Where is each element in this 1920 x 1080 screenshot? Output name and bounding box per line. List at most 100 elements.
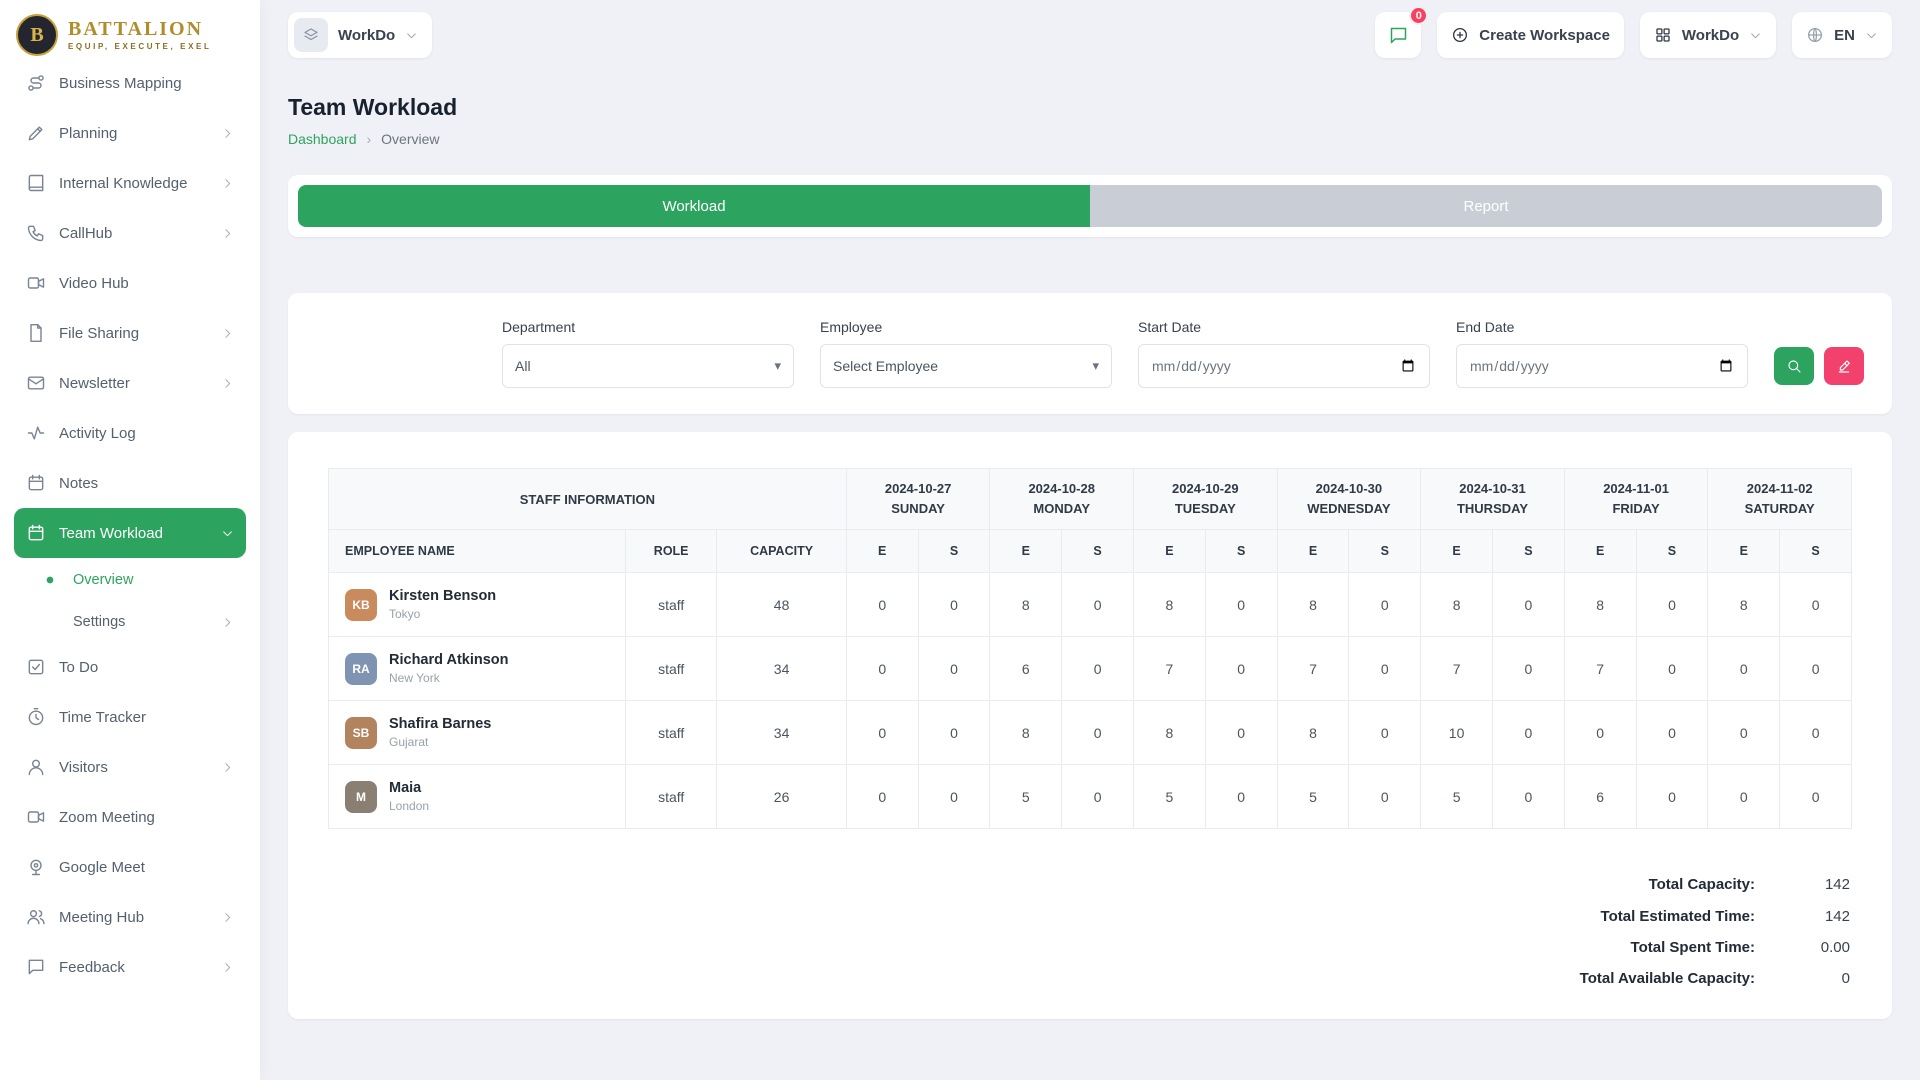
sidebar-item-team-workload[interactable]: Team Workload — [14, 508, 246, 558]
hours-cell: 0 — [1780, 573, 1852, 637]
sidebar: B BATTALION EQUIP, EXECUTE, EXEL Busines… — [0, 0, 260, 1080]
hours-cell: 0 — [918, 637, 990, 701]
hours-cell: 0 — [1062, 765, 1134, 829]
hours-cell: 6 — [1564, 765, 1636, 829]
chevron-right-icon — [221, 227, 234, 240]
es-header: S — [1062, 530, 1134, 573]
brand-monogram: B — [16, 14, 58, 56]
reset-button[interactable] — [1824, 347, 1864, 385]
es-header: E — [1421, 530, 1493, 573]
sidebar-item-settings[interactable]: Settings — [14, 602, 246, 642]
book-icon — [26, 173, 46, 193]
hours-cell: 0 — [1205, 637, 1277, 701]
sidebar-item-activity-log[interactable]: Activity Log — [14, 408, 246, 458]
sidebar-item-to-do[interactable]: To Do — [14, 642, 246, 692]
end-date-input[interactable] — [1456, 344, 1748, 388]
staff-information-header: STAFF INFORMATION — [329, 469, 847, 530]
total-row: Total Capacity:142 — [1649, 875, 1850, 895]
es-header: E — [1564, 530, 1636, 573]
webcam-icon — [26, 857, 46, 877]
sidebar-item-label: Activity Log — [59, 425, 136, 442]
tab-workload[interactable]: Workload — [298, 185, 1090, 227]
workload-table-card: STAFF INFORMATION2024-10-27SUNDAY2024-10… — [288, 432, 1892, 1019]
sidebar-item-time-tracker[interactable]: Time Tracker — [14, 692, 246, 742]
chevron-down-icon — [1865, 29, 1878, 42]
total-value: 142 — [1755, 907, 1850, 927]
total-value: 0 — [1755, 969, 1850, 989]
hours-cell: 0 — [1708, 637, 1780, 701]
hours-cell: 8 — [1277, 701, 1349, 765]
chevron-right-icon — [221, 177, 234, 190]
employee-label: Employee — [820, 319, 1112, 335]
hours-cell: 0 — [1708, 765, 1780, 829]
day-header: 2024-10-29TUESDAY — [1134, 469, 1278, 530]
hours-cell: 5 — [1421, 765, 1493, 829]
sidebar-item-newsletter[interactable]: Newsletter — [14, 358, 246, 408]
create-workspace-button[interactable]: Create Workspace — [1437, 12, 1624, 58]
sidebar-item-label: Internal Knowledge — [59, 175, 187, 192]
hours-cell: 0 — [1062, 637, 1134, 701]
sidebar-item-zoom-meeting[interactable]: Zoom Meeting — [14, 792, 246, 842]
video-icon — [26, 807, 46, 827]
start-date-label: Start Date — [1138, 319, 1430, 335]
total-value: 0.00 — [1755, 938, 1850, 958]
hours-cell: 8 — [990, 573, 1062, 637]
hours-cell: 0 — [1205, 765, 1277, 829]
day-header: 2024-10-30WEDNESDAY — [1277, 469, 1421, 530]
sidebar-item-callhub[interactable]: CallHub — [14, 208, 246, 258]
sidebar-item-file-sharing[interactable]: File Sharing — [14, 308, 246, 358]
workspace-menu[interactable]: WorkDo — [1640, 12, 1776, 58]
hours-cell: 0 — [846, 701, 918, 765]
hours-cell: 8 — [1708, 573, 1780, 637]
avatar: SB — [345, 717, 377, 749]
hours-cell: 6 — [990, 637, 1062, 701]
sidebar-item-internal-knowledge[interactable]: Internal Knowledge — [14, 158, 246, 208]
language-selector[interactable]: EN — [1792, 12, 1892, 58]
sidebar-item-visitors[interactable]: Visitors — [14, 742, 246, 792]
workspace-icon — [294, 18, 328, 52]
total-label: Total Available Capacity: — [1580, 969, 1755, 989]
employee-cell: SBShafira BarnesGujarat — [329, 701, 626, 765]
employee-name: Shafira Barnes — [389, 716, 491, 732]
hours-cell: 0 — [1492, 573, 1564, 637]
phone-icon — [26, 223, 46, 243]
sidebar-item-meeting-hub[interactable]: Meeting Hub — [14, 892, 246, 942]
sidebar-item-feedback[interactable]: Feedback — [14, 942, 246, 992]
view-toggle: Workload Report — [298, 185, 1882, 227]
employee-select[interactable]: Select Employee — [820, 344, 1112, 388]
sidebar-item-google-meet[interactable]: Google Meet — [14, 842, 246, 892]
hours-cell: 0 — [918, 701, 990, 765]
search-button[interactable] — [1774, 347, 1814, 385]
sidebar-item-planning[interactable]: Planning — [14, 108, 246, 158]
total-value: 142 — [1755, 875, 1850, 895]
sidebar-item-video-hub[interactable]: Video Hub — [14, 258, 246, 308]
workspace-switcher[interactable]: WorkDo — [288, 12, 432, 58]
chevron-right-icon — [221, 127, 234, 140]
department-select[interactable]: All — [502, 344, 794, 388]
table-row: SBShafira BarnesGujaratstaff340080808010… — [329, 701, 1852, 765]
tab-report[interactable]: Report — [1090, 185, 1882, 227]
sidebar-item-label: Business Mapping — [59, 75, 182, 92]
sidebar-item-business-mapping[interactable]: Business Mapping — [14, 58, 246, 108]
capacity-cell: 34 — [717, 701, 846, 765]
sidebar-item-label: Video Hub — [59, 275, 129, 292]
hours-cell: 7 — [1277, 637, 1349, 701]
sidebar-item-overview[interactable]: Overview — [14, 558, 246, 602]
chat-button[interactable]: 0 — [1375, 12, 1421, 58]
capacity-cell: 34 — [717, 637, 846, 701]
table-row: MMaiaLondonstaff2600505050506000 — [329, 765, 1852, 829]
clock-icon — [26, 707, 46, 727]
page-title: Team Workload — [288, 94, 1892, 121]
breadcrumb-link-dashboard[interactable]: Dashboard — [288, 131, 357, 147]
es-header: S — [1492, 530, 1564, 573]
employee-name: Kirsten Benson — [389, 588, 496, 604]
hours-cell: 0 — [1349, 701, 1421, 765]
hours-cell: 0 — [1636, 765, 1708, 829]
employee-location: London — [389, 799, 429, 813]
sidebar-item-notes[interactable]: Notes — [14, 458, 246, 508]
breadcrumb: Dashboard › Overview — [288, 131, 1892, 147]
start-date-input[interactable] — [1138, 344, 1430, 388]
calendar-icon — [26, 473, 46, 493]
hours-cell: 8 — [1564, 573, 1636, 637]
hours-cell: 8 — [1134, 573, 1206, 637]
